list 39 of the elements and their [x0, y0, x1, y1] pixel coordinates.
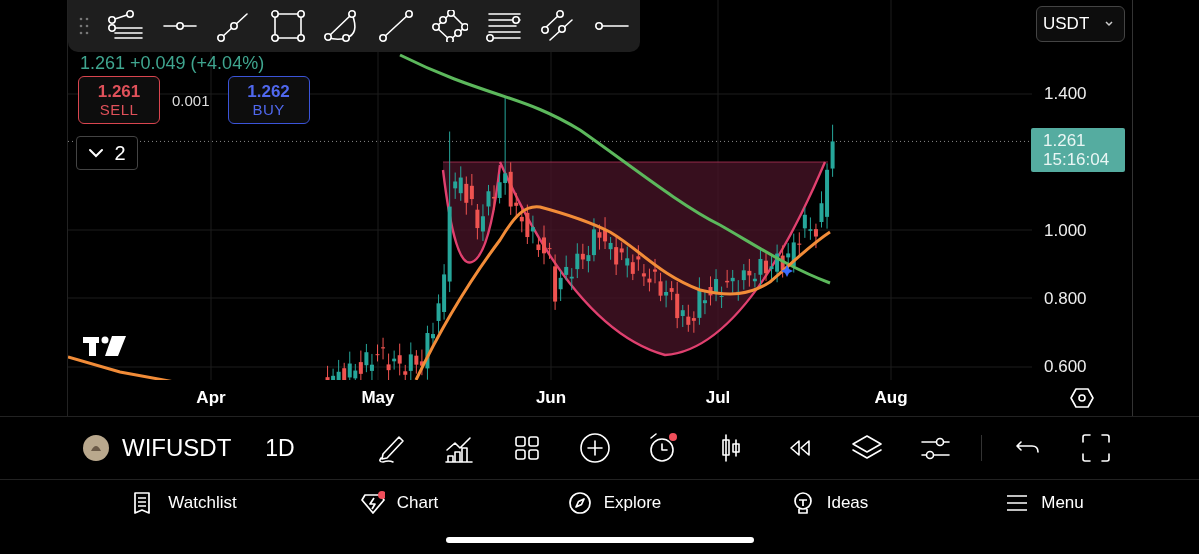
parallel-channel-icon[interactable]	[540, 10, 576, 42]
date-label: May	[361, 388, 395, 408]
spread-value: 0.001	[172, 91, 210, 109]
last-price-tag: 1.261 15:16:04	[1031, 128, 1125, 173]
sell-button[interactable]: 1.261 SELL	[78, 76, 160, 124]
nav-tab[interactable]: Explore	[507, 491, 722, 515]
nav-tab[interactable]: Chart	[292, 491, 507, 515]
line-segment-icon[interactable]	[378, 10, 414, 42]
price-label: 0.800	[1044, 287, 1087, 310]
nav-tab[interactable]: Ideas	[722, 491, 937, 515]
symbol-name[interactable]: WIFUSDT	[122, 434, 232, 462]
interval-selector[interactable]: 1D	[265, 434, 295, 462]
price-label: 1.000	[1044, 219, 1087, 242]
date-label: Aug	[874, 388, 908, 408]
nav-tab[interactable]: Watchlist	[77, 491, 292, 515]
buy-button[interactable]: 1.262 BUY	[227, 76, 310, 124]
explore-icon	[567, 491, 592, 515]
fib-retracement-icon[interactable]	[108, 10, 144, 42]
fullscreen-icon[interactable]	[1079, 432, 1112, 464]
price-label: 1.400	[1044, 83, 1087, 105]
date-label: Apr	[196, 388, 226, 408]
price-change: 1.261 +0.049 (+4.04%)	[80, 53, 265, 73]
crossover-marker-icon	[781, 265, 793, 277]
indicators-toggle[interactable]: 2	[76, 136, 138, 170]
grip-handle-icon	[78, 15, 90, 37]
date-label: Jul	[705, 388, 731, 408]
date-label: Jun	[535, 388, 567, 408]
chart-icon	[360, 491, 385, 515]
settings-icon[interactable]	[1070, 387, 1094, 409]
plus-circle-icon[interactable]	[578, 432, 611, 464]
chevron-down-icon	[88, 148, 105, 158]
currency-select[interactable]: USDT	[1036, 6, 1125, 42]
rectangle-tool-icon[interactable]	[270, 10, 306, 42]
symbol-avatar-icon	[83, 435, 109, 461]
chevron-down-icon	[1104, 21, 1114, 27]
logo-icon	[83, 336, 126, 356]
nav-tab[interactable]: Menu	[937, 491, 1152, 515]
parallel-lines-icon[interactable]	[486, 10, 522, 42]
price-label: 0.600	[1044, 356, 1087, 378]
